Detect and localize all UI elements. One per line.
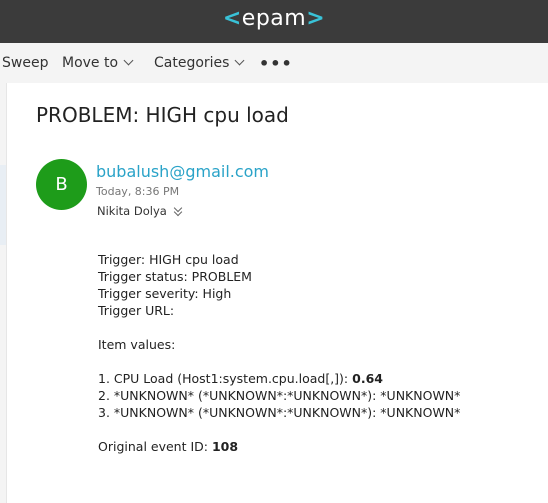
sweep-button[interactable]: Sweep [2, 55, 48, 71]
move-to-label: Move to [62, 55, 119, 71]
item-1-line: 1. CPU Load (Host1:system.cpu.load[,]): … [98, 371, 383, 386]
item-values-heading: Item values: [98, 337, 176, 352]
email-timestamp: Today, 8:36 PM [96, 185, 180, 198]
top-bar: <epam> [0, 0, 548, 43]
move-to-button[interactable]: Move to [62, 55, 134, 71]
event-id-line: Original event ID: 108 [98, 439, 239, 454]
more-options-icon[interactable]: ••• [259, 54, 293, 73]
item-3-line: 3. *UNKNOWN* (*UNKNOWN*:*UNKNOWN*): *UNK… [98, 405, 461, 420]
url-line: Trigger URL: [98, 303, 175, 318]
email-body: Trigger: HIGH cpu load Trigger status: P… [98, 251, 460, 455]
email-subject: PROBLEM: HIGH cpu load [36, 103, 289, 127]
categories-button[interactable]: Categories [154, 55, 245, 71]
status-line: Trigger status: PROBLEM [98, 269, 252, 284]
recipient[interactable]: Nikita Dolya [97, 203, 184, 218]
expand-recipients-icon[interactable] [173, 203, 184, 217]
chevron-down-icon [123, 55, 134, 66]
epam-logo[interactable]: <epam> [0, 6, 548, 31]
categories-label: Categories [154, 55, 230, 71]
severity-line: Trigger severity: High [98, 286, 232, 301]
message-list-edge [0, 83, 7, 503]
recipient-name: Nikita Dolya [97, 204, 167, 218]
chevron-down-icon [235, 55, 245, 66]
sweep-label: Sweep [2, 55, 49, 71]
trigger-line: Trigger: HIGH cpu load [98, 252, 239, 267]
item-2-line: 2. *UNKNOWN* (*UNKNOWN*:*UNKNOWN*): *UNK… [98, 388, 461, 403]
selected-message-indicator [0, 165, 6, 245]
sender-address[interactable]: bubalush@gmail.com [96, 162, 269, 181]
avatar: B [36, 159, 87, 210]
